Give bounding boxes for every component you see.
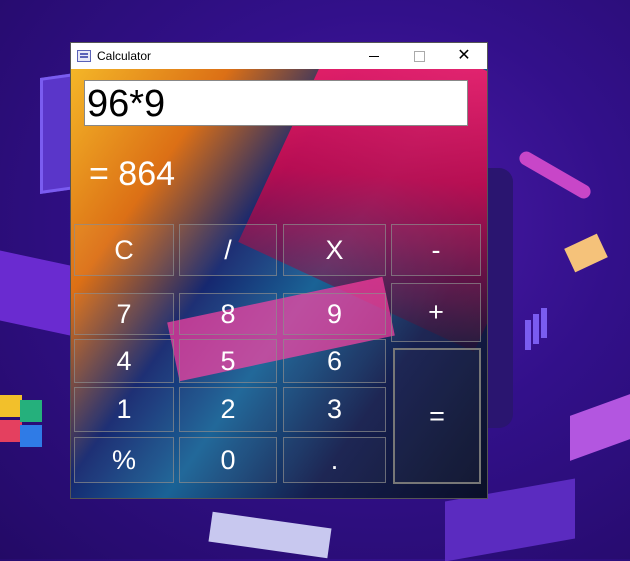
digit-1-button[interactable]: 1 (74, 387, 174, 432)
digit-6-button[interactable]: 6 (283, 339, 386, 383)
digit-7-button[interactable]: 7 (74, 293, 174, 335)
digit-4-button[interactable]: 4 (74, 339, 174, 383)
wallpaper-decoration (487, 168, 513, 428)
title-bar[interactable]: Calculator ✕ (71, 43, 487, 69)
percent-button[interactable]: % (74, 437, 174, 483)
window-title: Calculator (97, 49, 152, 63)
wallpaper-decoration (208, 511, 332, 559)
close-icon: ✕ (457, 47, 471, 64)
maximize-icon (413, 50, 425, 62)
divide-button[interactable]: / (179, 224, 277, 276)
digit-8-button[interactable]: 8 (179, 293, 277, 335)
digit-5-button[interactable]: 5 (179, 339, 277, 383)
wallpaper-decoration (20, 400, 42, 422)
maximize-button[interactable] (396, 43, 442, 69)
equals-button[interactable]: = (393, 348, 481, 484)
multiply-button[interactable]: X (283, 224, 386, 276)
close-button[interactable]: ✕ (441, 43, 487, 69)
wallpaper-decoration (570, 394, 630, 461)
minimize-button[interactable] (351, 43, 397, 69)
add-button[interactable]: + (391, 283, 481, 342)
wallpaper-decoration (20, 425, 42, 447)
digit-2-button[interactable]: 2 (179, 387, 277, 432)
wallpaper-decoration (0, 420, 22, 442)
clear-button[interactable]: C (74, 224, 174, 276)
calculator-body: 96*9 = 864 C / X - 7 8 9 + 4 5 6 = 1 2 3… (71, 69, 487, 498)
digit-9-button[interactable]: 9 (283, 293, 386, 335)
expression-input[interactable]: 96*9 (84, 80, 468, 126)
wallpaper-decoration (525, 320, 531, 350)
digit-0-button[interactable]: 0 (179, 437, 277, 483)
calculator-window: Calculator ✕ 96*9 = 864 C / X - 7 8 9 + … (71, 43, 487, 498)
wallpaper-decoration (516, 148, 594, 202)
calculator-app-icon (77, 50, 91, 62)
digit-3-button[interactable]: 3 (283, 387, 386, 432)
wallpaper-decoration (564, 233, 608, 273)
wallpaper-decoration (0, 250, 70, 336)
wallpaper-decoration (0, 395, 22, 417)
result-display: = 864 (89, 155, 176, 193)
subtract-button[interactable]: - (391, 224, 481, 276)
decimal-button[interactable]: . (283, 437, 386, 483)
minimize-icon (369, 55, 379, 57)
